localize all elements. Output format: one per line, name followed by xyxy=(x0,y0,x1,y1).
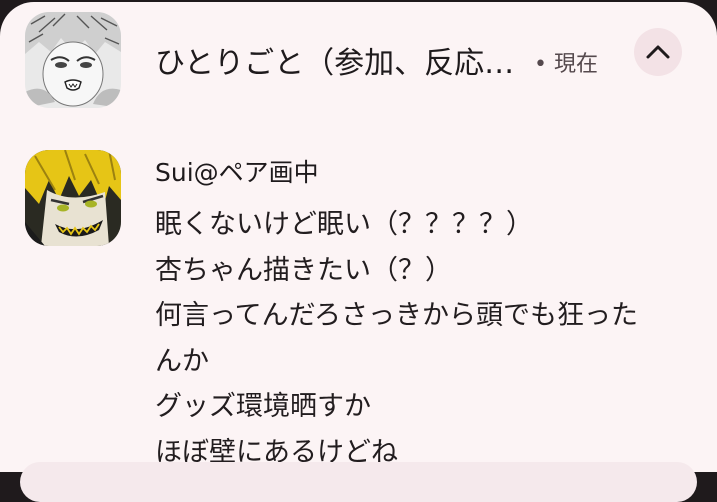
sender-avatar-image xyxy=(25,150,121,246)
message-line: んか xyxy=(155,345,209,377)
sender-avatar xyxy=(25,150,121,246)
message-line: グッズ環境晒すか xyxy=(155,391,371,422)
collapse-button[interactable] xyxy=(634,28,682,76)
message-line: 何言ってんだろさっきから頭でも狂った xyxy=(155,300,639,331)
next-notification-card[interactable] xyxy=(20,462,697,502)
notification-header[interactable]: ひとりごと（参加、反応… • 現在 xyxy=(0,2,717,122)
message-list: 眠くないけど眠い（？？？？） 杏ちゃん描きたい（？） 何言ってんだろさっきから頭… xyxy=(155,202,638,472)
group-avatar xyxy=(25,12,121,108)
group-avatar-image xyxy=(25,12,121,108)
chevron-up-icon xyxy=(646,45,670,59)
sender-name: Sui@ペア画中 xyxy=(155,158,319,187)
timestamp: • 現在 xyxy=(534,52,598,77)
notification-card[interactable]: ひとりごと（参加、反応… • 現在 Sui@ペア画中 眠くないけど眠い（？？？？… xyxy=(0,2,717,472)
message-line: 眠くないけど眠い（？？？？） xyxy=(155,209,533,240)
message-line: 杏ちゃん描きたい（？） xyxy=(155,254,452,286)
group-title: ひとりごと（参加、反応… xyxy=(155,46,515,81)
